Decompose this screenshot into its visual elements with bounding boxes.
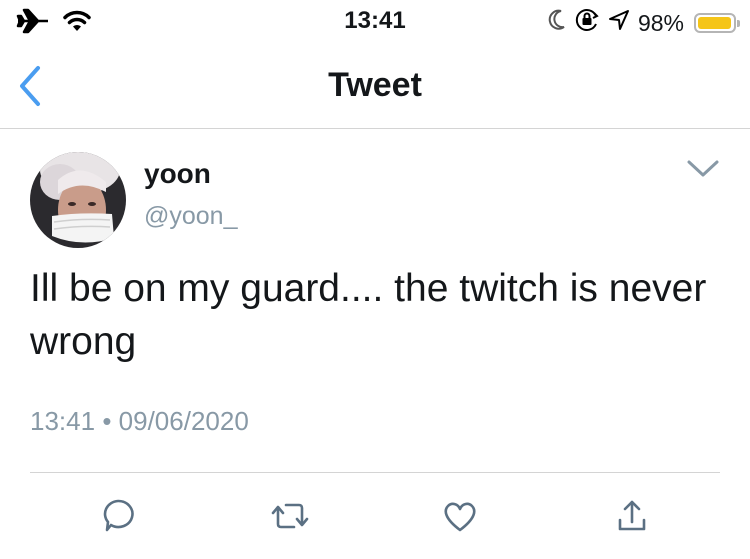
chevron-down-icon — [687, 160, 719, 177]
tweet-text: Ill be on my guard.... the twitch is nev… — [30, 267, 707, 363]
orientation-lock-icon — [574, 7, 600, 39]
tweet-date: 09/06/2020 — [118, 406, 249, 436]
action-bar — [0, 496, 750, 540]
location-icon — [608, 9, 630, 37]
retweet-icon — [271, 503, 309, 529]
share-button[interactable] — [610, 496, 654, 536]
reply-button[interactable] — [96, 496, 140, 536]
tweet-header: yoon @yoon_ — [30, 152, 720, 252]
like-icon — [444, 502, 476, 532]
navigation-bar: Tweet — [0, 52, 750, 129]
page-title: Tweet — [328, 66, 422, 104]
avatar[interactable] — [30, 152, 126, 248]
tweet-timestamp: 13:41 • 09/06/2020 — [30, 406, 249, 437]
battery-percent: 98% — [637, 9, 684, 36]
moon-icon — [548, 9, 566, 37]
like-button[interactable] — [438, 496, 482, 536]
avatar-image — [30, 152, 126, 248]
tweet-menu-button[interactable] — [686, 158, 720, 180]
retweet-button[interactable] — [268, 496, 312, 536]
status-bar: 13:41 98% — [0, 0, 750, 40]
share-icon — [618, 500, 646, 531]
status-right: 98% — [548, 7, 740, 39]
meta-separator: • — [102, 406, 112, 436]
user-handle[interactable]: @yoon_ — [144, 202, 238, 231]
tweet-time: 13:41 — [30, 406, 96, 436]
battery-level — [698, 17, 732, 29]
divider — [30, 472, 720, 473]
battery-icon — [694, 13, 740, 33]
reply-icon — [103, 499, 134, 532]
display-name[interactable]: yoon — [144, 158, 211, 190]
